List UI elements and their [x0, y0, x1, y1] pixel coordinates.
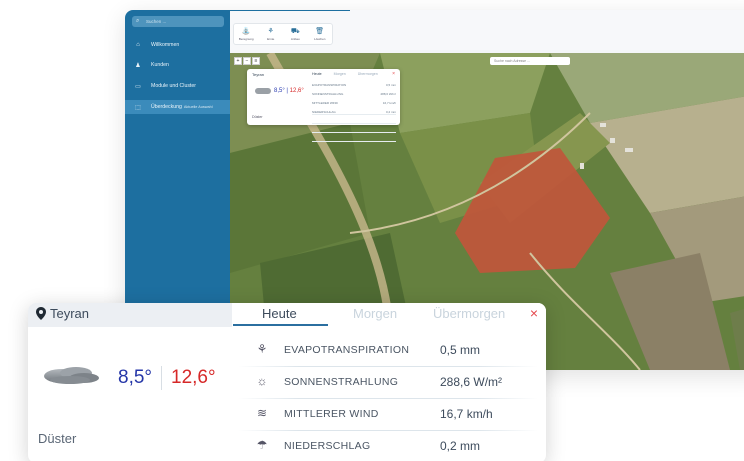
mini-tabs: Heute Morgen Übermorgen: [312, 72, 378, 76]
tool-label: Löschen: [314, 36, 326, 41]
evapotranspiration-icon: ⚘: [256, 342, 268, 356]
layers-icon[interactable]: ≡: [252, 57, 260, 65]
delete-tool-button[interactable]: 🗑 Löschen: [308, 24, 333, 44]
harvest-tool-button[interactable]: ⚘ Ernte: [259, 24, 284, 44]
metric-row-wind: ≋ MITTLERER WIND 16,7 km/h: [238, 399, 538, 431]
harvest-icon: ⚘: [267, 27, 274, 35]
tool-label: Anbau: [290, 36, 300, 41]
sidebar-item-label: Willkommen: [151, 42, 180, 48]
weather-card-header: Teyran Heute Morgen Übermorgen ×: [28, 303, 546, 327]
toolbar: ⛲ Beregnung ⚘ Ernte ⛟ Anbau 🗑 Löschen: [233, 23, 333, 45]
weather-card: Teyran Heute Morgen Übermorgen × 8,5° 12…: [28, 303, 546, 461]
topbar-accent-line: [230, 10, 350, 11]
metric-row-niederschlag: ☂ NIEDERSCHLAG 0,2 mm: [238, 431, 538, 461]
mini-tab-after[interactable]: Übermorgen: [358, 72, 378, 76]
temperature-range: 8,5° 12,6°: [118, 366, 216, 390]
metric-value: 288,6 W/m²: [440, 375, 503, 389]
mini-tab-tomorrow[interactable]: Morgen: [334, 72, 346, 76]
tab-tomorrow[interactable]: Morgen: [353, 306, 397, 321]
sidebar-item-sublabel: Aktuelle Auswahl: [183, 105, 213, 109]
temp-divider: [161, 366, 163, 390]
sidebar-search-placeholder: Suchen ...: [146, 19, 167, 24]
mini-temps: 8,5° | 12,6°: [274, 88, 304, 94]
irrigation-icon: ⛲: [241, 27, 251, 35]
mini-metric-value: 0,2 mm: [385, 110, 396, 114]
irrigation-tool-button[interactable]: ⛲ Beregnung: [234, 24, 259, 44]
sidebar-item-module[interactable]: ▭ Module und Cluster: [125, 79, 230, 93]
metric-value: 0,2 mm: [440, 439, 481, 453]
sidebar-item-willkommen[interactable]: ⌂ Willkommen: [125, 38, 230, 52]
cloud-icon: [44, 367, 99, 384]
mini-metric-label: NIEDERSCHLAG: [312, 110, 336, 114]
location-header: Teyran: [28, 303, 232, 327]
sun-radiation-icon: ☼: [256, 374, 268, 388]
zoom-out-icon[interactable]: −: [243, 57, 251, 65]
sidebar-item-label: Überdeckung: [151, 104, 182, 110]
modules-icon: ▭: [135, 83, 141, 90]
temp-max: 12,6°: [171, 367, 216, 388]
zoom-in-icon[interactable]: +: [234, 57, 242, 65]
precipitation-icon: ☂: [256, 438, 268, 452]
overlap-icon: ⬚: [135, 104, 141, 111]
sidebar-item-ueberdeckung[interactable]: ⬚ Überdeckung Aktuelle Auswahl: [125, 100, 230, 114]
location-name: Teyran: [50, 306, 90, 321]
location: Teyran: [36, 306, 89, 321]
map-search-placeholder: Suche nach Adresse ...: [494, 59, 530, 63]
metric-value: 0,5 mm: [440, 343, 481, 357]
metric-label: EVAPOTRANSPIRATION: [284, 344, 410, 356]
metric-row-evapotranspiration: ⚘ EVAPOTRANSPIRATION 0,5 mm: [238, 335, 538, 367]
sidebar-item-label: Module und Cluster: [151, 83, 196, 89]
tractor-icon: ⛟: [290, 27, 300, 35]
mini-cloud-icon: [255, 88, 271, 94]
mini-condition: Düster: [252, 115, 263, 119]
weather-metrics: ⚘ EVAPOTRANSPIRATION 0,5 mm ☼ SONNENSTRA…: [238, 335, 538, 461]
tab-day-after-tomorrow[interactable]: Übermorgen: [433, 306, 505, 321]
tractor-tool-button[interactable]: ⛟ Anbau: [283, 24, 308, 44]
users-icon: ♟: [135, 62, 141, 69]
search-icon: ⌕: [136, 18, 140, 24]
tool-label: Ernte: [267, 36, 275, 41]
map-controls: + − ≡: [234, 57, 260, 65]
wind-icon: ≋: [256, 406, 268, 420]
trash-icon: 🗑: [315, 27, 325, 35]
sidebar-item-label: Kunden: [151, 62, 169, 68]
metric-label: SONNENSTRAHLUNG: [284, 376, 399, 388]
weather-condition: Düster: [38, 431, 77, 446]
active-tab-indicator: [233, 324, 328, 326]
home-icon: ⌂: [136, 42, 140, 48]
mini-metric-row: NIEDERSCHLAG 0,2 mm: [312, 110, 396, 142]
mini-close-icon[interactable]: ×: [392, 71, 395, 77]
mini-weather-widget: Teyran Heute Morgen Übermorgen × 8,5° | …: [247, 69, 400, 142]
mini-location: Teyran: [252, 72, 265, 77]
mini-temp-min: 8,5°: [274, 88, 285, 94]
mini-temp-max: 12,6°: [289, 88, 304, 94]
tool-label: Beregnung: [238, 36, 254, 41]
close-icon[interactable]: ×: [530, 305, 538, 321]
tab-today[interactable]: Heute: [262, 306, 297, 321]
map-search-input[interactable]: Suche nach Adresse ...: [490, 57, 570, 65]
metric-value: 16,7 km/h: [440, 407, 493, 421]
metric-row-sonnenstrahlung: ☼ SONNENSTRAHLUNG 288,6 W/m²: [238, 367, 538, 399]
sidebar-search-input[interactable]: ⌕ Suchen ...: [132, 16, 224, 27]
metric-label: MITTLERER WIND: [284, 408, 379, 420]
temp-min: 8,5°: [118, 367, 153, 388]
sidebar-item-kunden[interactable]: ♟ Kunden: [125, 58, 230, 72]
mini-tab-today[interactable]: Heute: [312, 72, 322, 76]
stage: ⌕ Suchen ... ⌂ Willkommen ♟ Kunden ▭ Mod…: [0, 0, 744, 461]
day-tabs: Heute Morgen Übermorgen: [232, 303, 546, 327]
metric-label: NIEDERSCHLAG: [284, 440, 371, 452]
location-pin-icon: [36, 307, 46, 320]
